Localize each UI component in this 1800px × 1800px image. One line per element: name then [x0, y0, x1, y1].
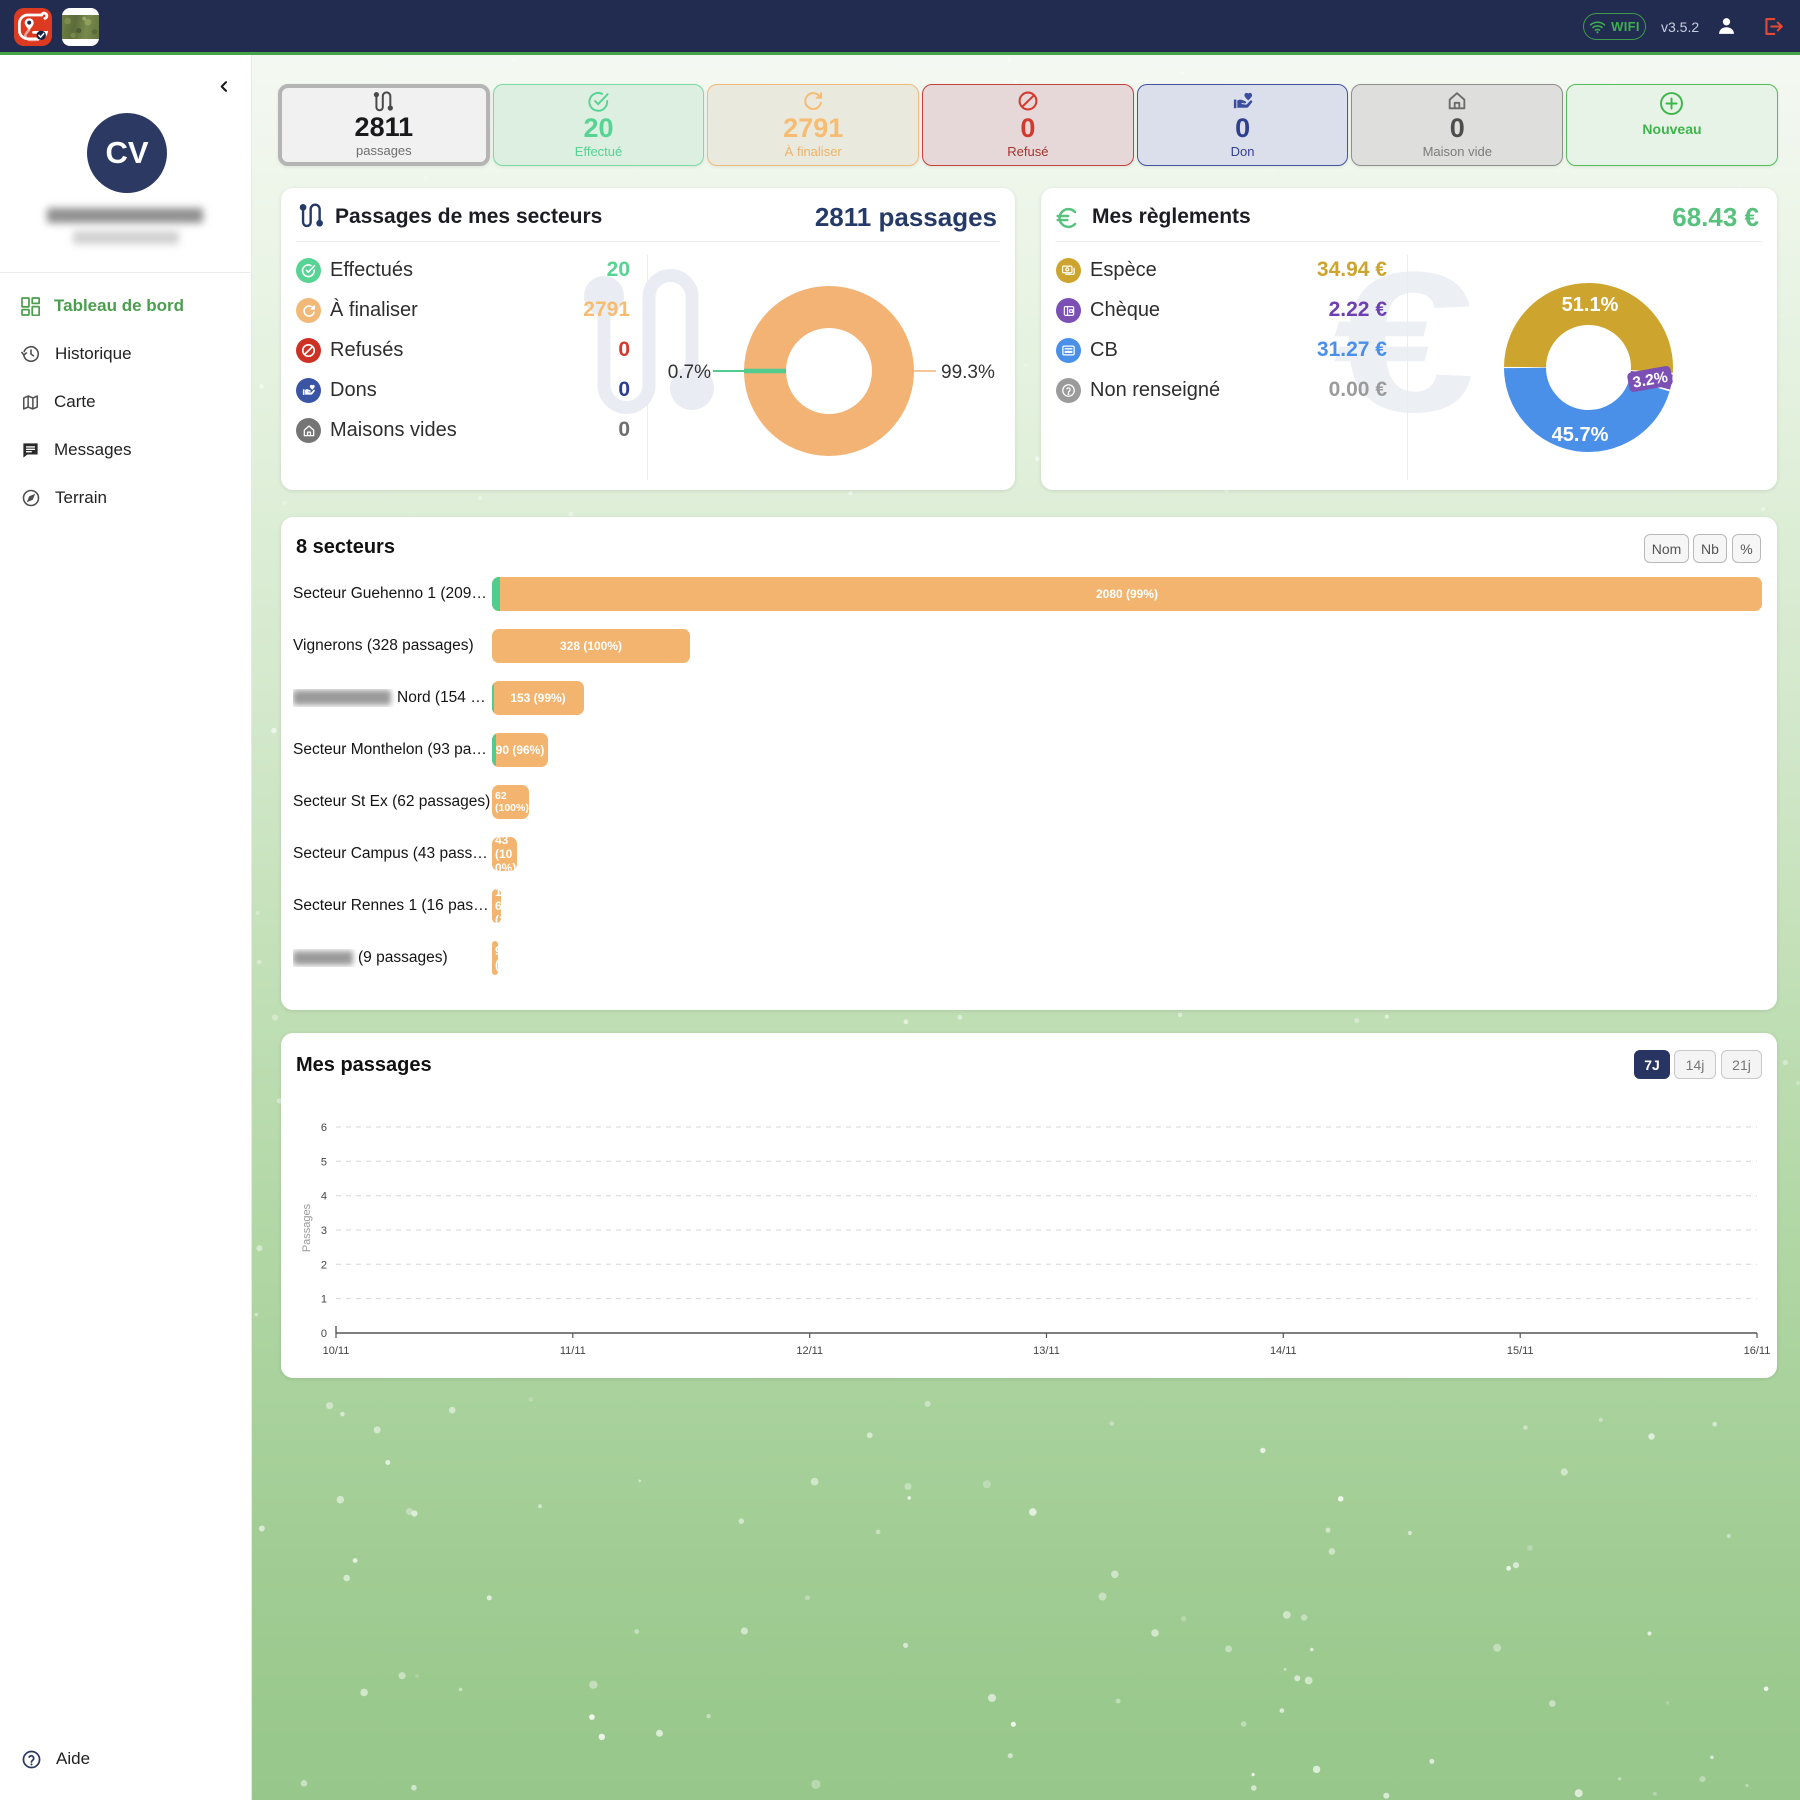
svg-text:4: 4: [321, 1191, 327, 1203]
svg-text:16/11: 16/11: [1744, 1345, 1771, 1357]
svg-text:1: 1: [321, 1294, 327, 1306]
svg-text:2: 2: [321, 1259, 327, 1271]
svg-text:6: 6: [321, 1122, 327, 1134]
svg-text:13/11: 13/11: [1033, 1345, 1060, 1357]
svg-text:45.7%: 45.7%: [1552, 424, 1609, 446]
svg-text:14/11: 14/11: [1270, 1345, 1297, 1357]
svg-text:0: 0: [321, 1328, 327, 1340]
svg-text:51.1%: 51.1%: [1562, 294, 1619, 316]
svg-text:0.7%: 0.7%: [668, 362, 711, 383]
svg-text:3: 3: [321, 1225, 327, 1237]
svg-text:Passages: Passages: [301, 1203, 313, 1252]
svg-text:99.3%: 99.3%: [941, 362, 995, 383]
svg-text:5: 5: [321, 1156, 327, 1168]
svg-text:15/11: 15/11: [1507, 1345, 1534, 1357]
svg-text:12/11: 12/11: [796, 1345, 823, 1357]
svg-text:11/11: 11/11: [560, 1345, 586, 1357]
svg-text:10/11: 10/11: [323, 1345, 350, 1357]
